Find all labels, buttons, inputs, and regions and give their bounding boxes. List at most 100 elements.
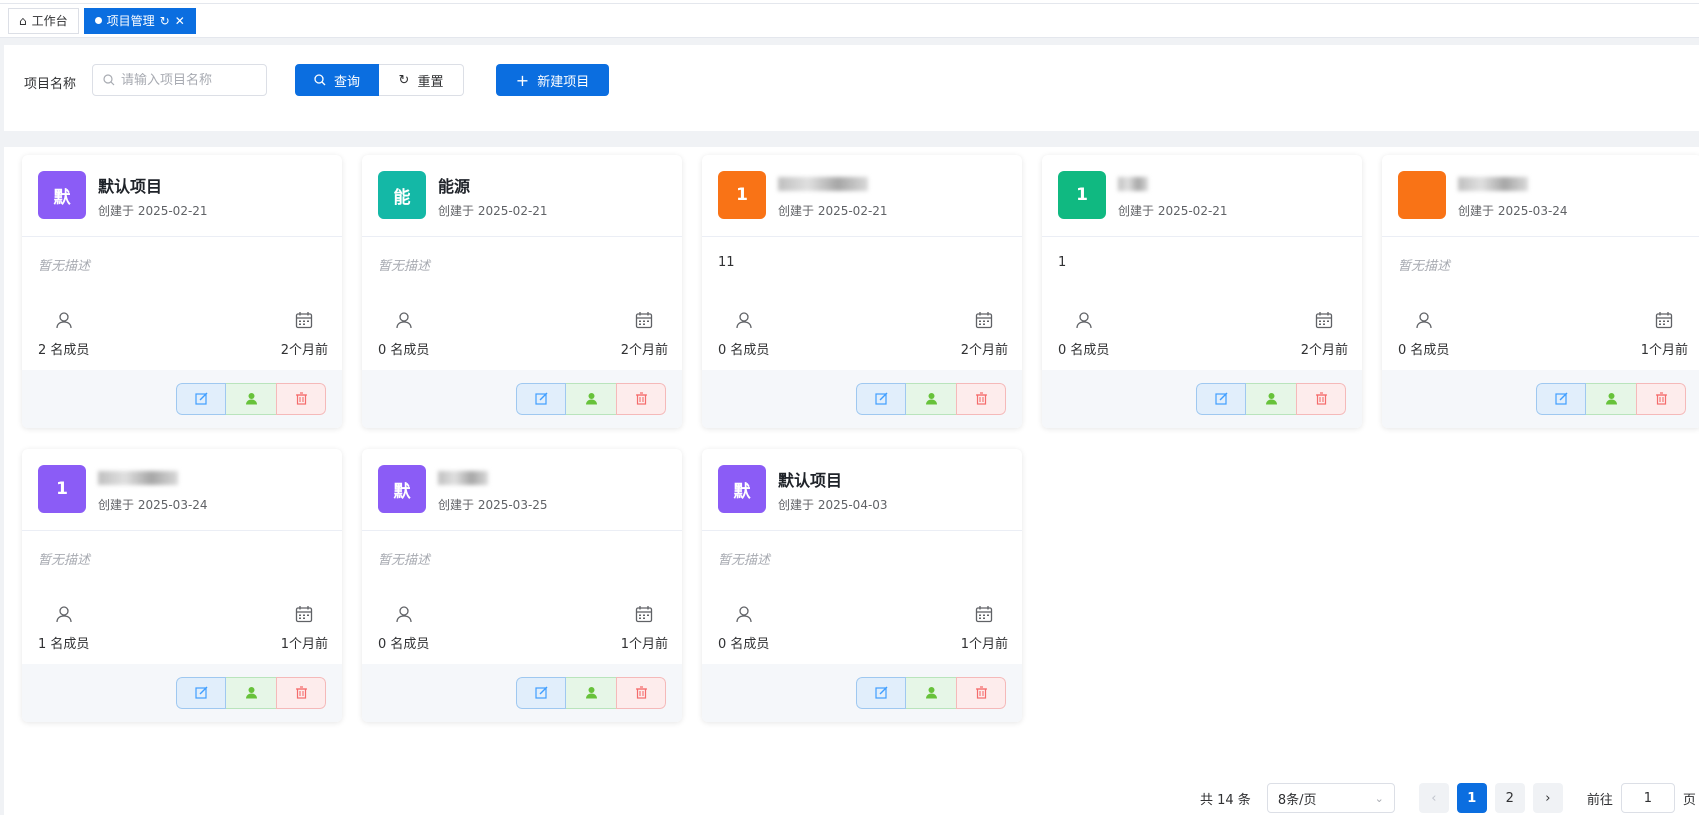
- project-title: 默认项目: [98, 173, 162, 197]
- search-input[interactable]: [121, 72, 261, 88]
- refresh-icon[interactable]: ↻: [160, 15, 170, 27]
- project-name-field[interactable]: [92, 64, 267, 96]
- goto-page-input[interactable]: 1: [1620, 783, 1675, 813]
- user-icon: [735, 605, 753, 627]
- prev-page-button[interactable]: ‹: [1418, 783, 1449, 813]
- tab-project-management[interactable]: 项目管理 ↻ ✕: [83, 7, 196, 34]
- user-icon: [1605, 390, 1618, 409]
- user-icon: [585, 390, 598, 409]
- members-button[interactable]: [566, 383, 616, 415]
- members-button[interactable]: [906, 677, 956, 709]
- project-card[interactable]: 1 创建于 2025-02-21 11 0 名成员 2个月前: [702, 155, 1022, 428]
- project-description: 1: [1058, 255, 1067, 270]
- redacted-title: [98, 470, 178, 485]
- new-project-button[interactable]: + 新建项目: [496, 64, 609, 96]
- project-card[interactable]: 默 默认项目 创建于 2025-04-03 暂无描述 0 名成员 1个月前: [702, 449, 1022, 722]
- tab-workbench[interactable]: ⌂ 工作台: [8, 7, 79, 34]
- project-card[interactable]: 1 创建于 2025-03-24 暂无描述 1 名成员 1个月前: [22, 449, 342, 722]
- reset-button[interactable]: ↻ 重置: [379, 64, 464, 96]
- card-footer: [702, 370, 1022, 428]
- members-button[interactable]: [906, 383, 956, 415]
- project-card[interactable]: 创建于 2025-03-24 暂无描述 0 名成员 1个月前: [1382, 155, 1699, 428]
- member-stat: 0 名成员: [1398, 311, 1449, 358]
- page-1-button[interactable]: 1: [1456, 783, 1487, 813]
- project-card[interactable]: 默 创建于 2025-03-25 暂无描述 0 名成员 1个月前: [362, 449, 682, 722]
- edit-button[interactable]: [856, 677, 906, 709]
- time-stat: 1个月前: [961, 605, 1008, 652]
- delete-button[interactable]: [276, 383, 326, 415]
- edit-button[interactable]: [516, 383, 566, 415]
- member-stat: 0 名成员: [1058, 311, 1109, 358]
- relative-time: 1个月前: [1640, 343, 1688, 358]
- edit-button[interactable]: [516, 677, 566, 709]
- delete-button[interactable]: [1636, 383, 1686, 415]
- project-title: 默认项目: [778, 467, 842, 491]
- members-button[interactable]: [1246, 383, 1296, 415]
- user-icon: [1265, 390, 1278, 409]
- project-title: [778, 173, 868, 192]
- edit-button[interactable]: [176, 677, 226, 709]
- user-icon: [55, 605, 73, 627]
- edit-icon: [534, 390, 548, 409]
- delete-button[interactable]: [616, 383, 666, 415]
- card-footer: [362, 370, 682, 428]
- delete-button[interactable]: [956, 677, 1006, 709]
- page-size-value: 8条/页: [1277, 792, 1317, 808]
- calendar-icon: [635, 311, 653, 333]
- edit-button[interactable]: [856, 383, 906, 415]
- next-page-button[interactable]: ›: [1532, 783, 1563, 813]
- project-avatar: 1: [718, 171, 766, 219]
- project-description: 11: [718, 255, 735, 270]
- project-card[interactable]: 默 默认项目 创建于 2025-02-21 暂无描述 2 名成员 2个月前: [22, 155, 342, 428]
- delete-button[interactable]: [1296, 383, 1346, 415]
- edit-button[interactable]: [1196, 383, 1246, 415]
- card-header: 1 创建于 2025-03-24: [22, 449, 342, 531]
- page-size-select[interactable]: 8条/页 ⌄: [1266, 783, 1395, 813]
- home-icon: ⌂: [19, 13, 27, 28]
- card-actions: [516, 677, 666, 709]
- member-count: 0 名成员: [718, 637, 770, 652]
- trash-icon: [295, 684, 308, 703]
- edit-button[interactable]: [1536, 383, 1586, 415]
- query-button[interactable]: 查询: [295, 64, 379, 96]
- project-title: [1118, 173, 1148, 192]
- card-footer: [22, 664, 342, 722]
- project-description: 暂无描述: [1398, 259, 1451, 274]
- user-icon: [395, 605, 413, 627]
- close-icon[interactable]: ✕: [175, 15, 185, 27]
- page-2-button[interactable]: 2: [1494, 783, 1525, 813]
- delete-button[interactable]: [616, 677, 666, 709]
- user-icon: [1075, 311, 1093, 333]
- trash-icon: [635, 684, 648, 703]
- project-card[interactable]: 1 创建于 2025-02-21 1 0 名成员 2个月前: [1042, 155, 1362, 428]
- members-button[interactable]: [226, 677, 276, 709]
- created-date: 创建于 2025-02-21: [1118, 204, 1228, 218]
- member-count: 2 名成员: [38, 343, 90, 358]
- project-description: 暂无描述: [378, 259, 431, 274]
- plus-icon: +: [515, 70, 530, 90]
- delete-button[interactable]: [276, 677, 326, 709]
- created-date: 创建于 2025-04-03: [778, 498, 888, 512]
- card-footer: [22, 370, 342, 428]
- project-description: 暂无描述: [38, 553, 91, 568]
- calendar-icon: [1315, 311, 1333, 333]
- project-description: 暂无描述: [378, 553, 431, 568]
- members-button[interactable]: [566, 677, 616, 709]
- search-button-group: 查询 ↻ 重置: [295, 64, 464, 96]
- member-stat: 0 名成员: [378, 605, 429, 652]
- card-actions: [176, 383, 326, 415]
- member-count: 0 名成员: [378, 343, 430, 358]
- members-button[interactable]: [226, 383, 276, 415]
- project-description: 暂无描述: [38, 259, 91, 274]
- user-icon: [395, 311, 413, 333]
- delete-button[interactable]: [956, 383, 1006, 415]
- relative-time: 2个月前: [280, 343, 328, 358]
- relative-time: 2个月前: [620, 343, 668, 358]
- project-avatar: 能: [378, 171, 426, 219]
- time-stat: 2个月前: [961, 311, 1008, 358]
- goto-page: 前往 1 页: [1587, 783, 1696, 813]
- calendar-icon: [295, 605, 313, 627]
- edit-button[interactable]: [176, 383, 226, 415]
- members-button[interactable]: [1586, 383, 1636, 415]
- project-card[interactable]: 能 能源 创建于 2025-02-21 暂无描述 0 名成员 2个月前: [362, 155, 682, 428]
